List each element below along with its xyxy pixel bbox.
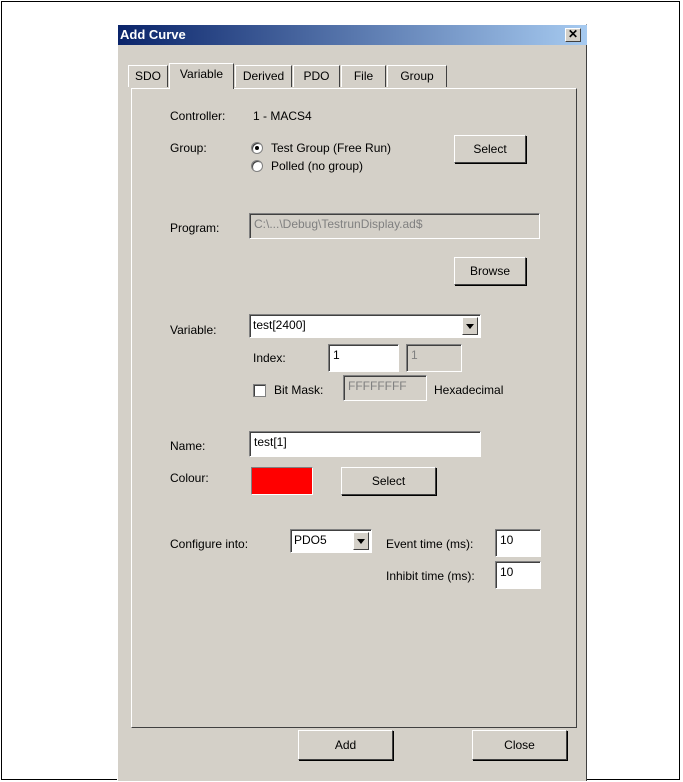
group-select-button[interactable]: Select — [454, 135, 526, 163]
chevron-down-icon[interactable] — [353, 532, 369, 550]
configure-into-dropdown[interactable]: PDO5 — [290, 529, 372, 553]
index-label: Index: — [253, 351, 286, 365]
inhibit-time-field[interactable]: 10 — [495, 561, 541, 589]
tab-group[interactable]: Group — [387, 65, 447, 87]
event-time-field[interactable]: 10 — [495, 529, 541, 557]
variable-tab-panel: Controller: 1 - MACS4 Group: Test Group … — [131, 88, 577, 728]
tab-file[interactable]: File — [341, 65, 386, 87]
close-icon[interactable]: ✕ — [565, 28, 581, 42]
colour-swatch — [251, 467, 313, 495]
name-label: Name: — [170, 439, 206, 453]
program-label: Program: — [170, 221, 220, 235]
bitmask-checkbox[interactable] — [253, 384, 266, 397]
tab-sdo[interactable]: SDO — [128, 65, 168, 87]
radio-selected-dot — [255, 146, 259, 150]
title-bar: Add Curve ✕ — [118, 25, 587, 45]
index-field[interactable]: 1 — [328, 344, 399, 372]
tab-derived[interactable]: Derived — [235, 65, 292, 87]
controller-label: Controller: — [170, 109, 226, 123]
name-field[interactable]: test[1] — [249, 431, 481, 457]
dialog-title: Add Curve — [120, 27, 186, 42]
variable-dropdown[interactable]: test[2400] — [249, 314, 481, 338]
browse-button[interactable]: Browse — [454, 257, 526, 285]
bitmask-label: Bit Mask: — [274, 383, 324, 397]
index-field-disabled: 1 — [406, 344, 462, 372]
hexadecimal-label: Hexadecimal — [434, 383, 504, 397]
configure-into-label: Configure into: — [170, 537, 249, 551]
add-curve-dialog: Add Curve ✕ SDO Variable Derived PDO Fil… — [117, 24, 587, 781]
group-radio-test[interactable] — [251, 142, 263, 154]
tab-variable[interactable]: Variable — [169, 63, 234, 89]
colour-label: Colour: — [170, 471, 209, 485]
configure-into-value: PDO5 — [294, 533, 327, 547]
variable-label: Variable: — [170, 323, 217, 337]
group-label: Group: — [170, 141, 207, 155]
close-button[interactable]: Close — [472, 730, 567, 760]
group-radio-polled[interactable] — [251, 160, 263, 172]
tab-pdo[interactable]: PDO — [293, 65, 340, 87]
bitmask-field: FFFFFFFF — [343, 375, 427, 401]
program-path-field: C:\...\Debug\TestrunDisplay.ad$ — [249, 213, 540, 239]
chevron-down-icon[interactable] — [462, 317, 478, 335]
variable-dropdown-value: test[2400] — [253, 318, 306, 332]
add-button[interactable]: Add — [298, 730, 393, 760]
controller-value: 1 - MACS4 — [253, 109, 312, 123]
group-option-test-label: Test Group (Free Run) — [271, 141, 392, 155]
inhibit-time-label: Inhibit time (ms): — [386, 569, 475, 583]
colour-select-button[interactable]: Select — [341, 467, 436, 495]
event-time-label: Event time (ms): — [386, 537, 474, 551]
group-option-polled-label: Polled (no group) — [271, 159, 364, 173]
